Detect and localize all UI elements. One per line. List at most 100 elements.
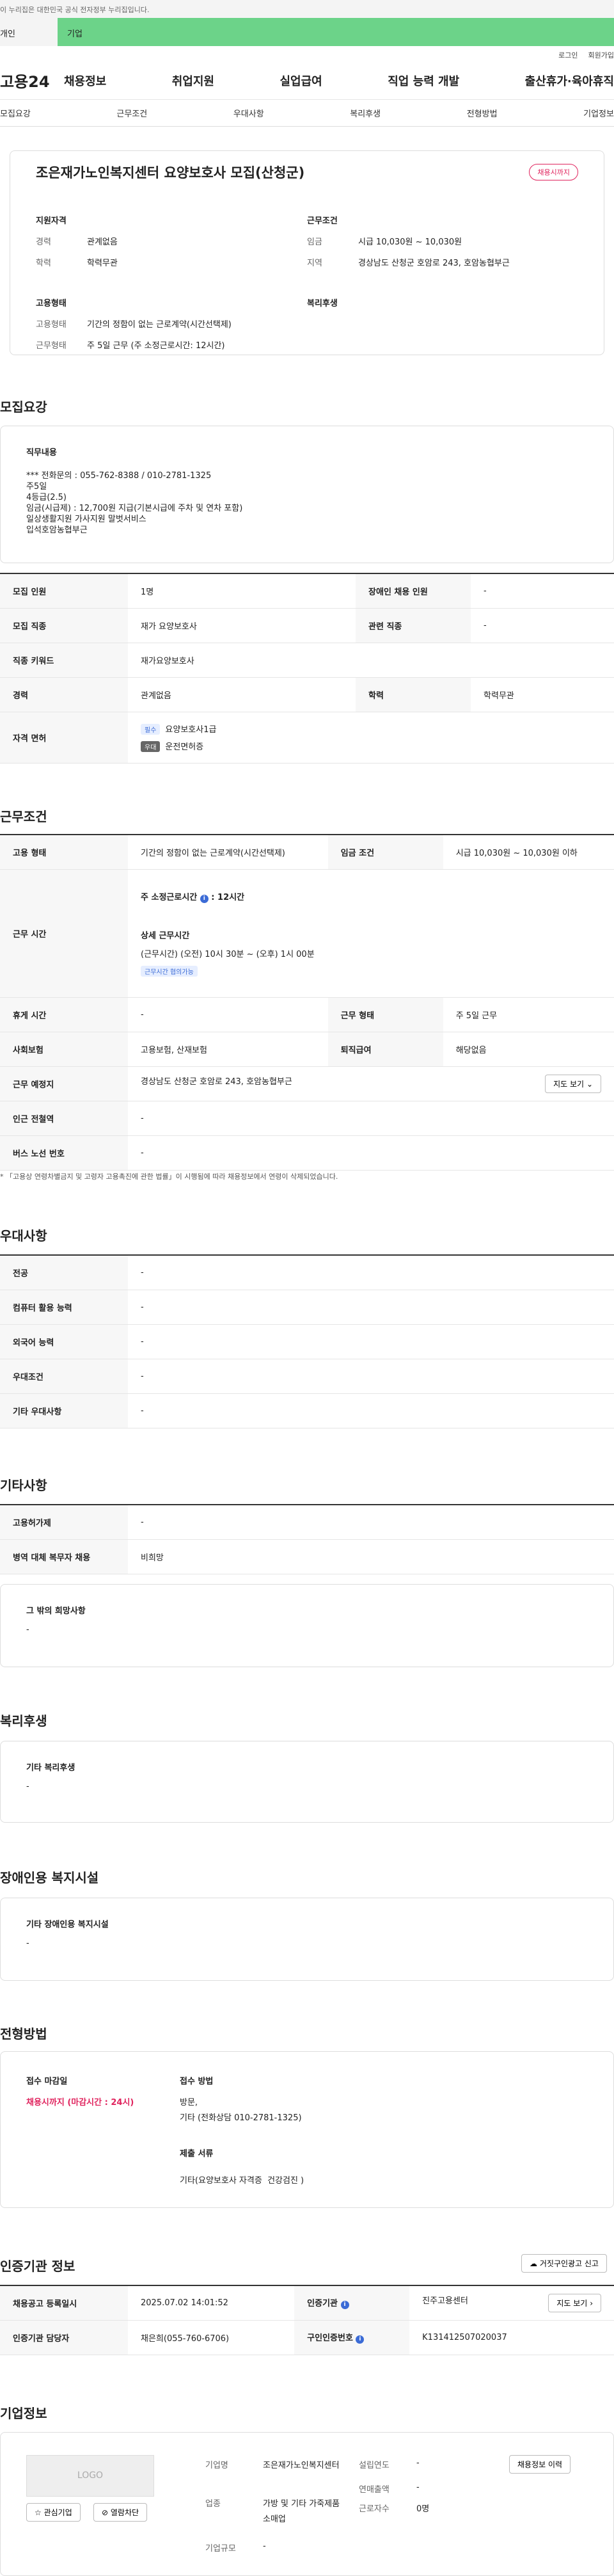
category-personal[interactable]: 개인 [0, 18, 58, 46]
block-label: 열람차단 [110, 2508, 139, 2517]
gnb-item-parental-leave[interactable]: 출산휴가·육아휴직 [525, 72, 614, 89]
row-value: - [128, 1324, 614, 1359]
row-value: - [128, 1359, 614, 1394]
row-value: 채은희(055-760-6706) [128, 2320, 295, 2355]
disabled-sub-title: 기타 장애인용 복지시설 [26, 1920, 109, 1930]
table-row: 채용공고 등록일시 2025.07.02 14:01:52 인증기관 i 진주고용센터… [0, 2285, 614, 2321]
tab-preferences[interactable]: 우대사항 [233, 107, 264, 119]
table-row: 근무 예정지 경상남도 산청군 호암로 243, 호암농협부근 지도 보기 ⌄ [0, 1066, 614, 1101]
favorite-label: 관심기업 [43, 2508, 72, 2517]
cond-value: 경상남도 산청군 호암로 243, 호암농협부근 [358, 259, 510, 268]
report-button[interactable]: ☁ 거짓구인광고 신고 [521, 2254, 607, 2273]
row-label: 관련 직종 [356, 608, 471, 643]
cond-value: 시급 10,030원 ~ 10,030원 [358, 237, 462, 247]
hours-detail-title: 상세 근무시간 [141, 931, 190, 941]
row-value: - [471, 608, 614, 643]
tab-company[interactable]: 기업정보 [583, 107, 614, 119]
tab-welfare[interactable]: 복리후생 [350, 107, 381, 119]
row-label: 자격 면허 [0, 712, 128, 764]
work-table: 고용 형태 기간의 정함이 없는 근로계약(시간선택제) 임금 조건 시급 10,03… [0, 834, 614, 1171]
info-icon[interactable]: i [356, 2335, 365, 2344]
form-value: 주 5일 근무 (주 소정근로시간: 12시간) [87, 341, 225, 351]
size-label: 기업규모 [205, 2544, 236, 2554]
org-map-button[interactable]: 지도 보기 › [548, 2293, 601, 2312]
row-label: 버스 노선 번호 [0, 1135, 128, 1171]
row-label: 임금 조건 [327, 835, 443, 870]
org-label-cell: 인증기관 i [294, 2285, 410, 2321]
gnb-item-unemployment[interactable]: 실업급여 [280, 72, 322, 89]
table-row: 기타 우대사항 - [0, 1393, 614, 1428]
login-link[interactable]: 로그인 [558, 51, 578, 60]
join-link[interactable]: 회원가입 [588, 51, 614, 60]
gnb-item-employment-support[interactable]: 취업지원 [172, 72, 214, 89]
block-button[interactable]: ⊘ 열람차단 [93, 2503, 148, 2522]
tab-work-conditions[interactable]: 근무조건 [116, 107, 147, 119]
form-value: 기간의 정함이 없는 근로계약(시간선택제) [87, 320, 232, 330]
table-row: 직종 키워드 재가요양보호사 [0, 643, 614, 678]
row-label: 직종 키워드 [0, 643, 128, 678]
qual-value: 학력무관 [87, 259, 118, 268]
site-logo[interactable]: 고용24 [0, 69, 64, 92]
pref-section-title: 우대사항 [0, 1228, 47, 1244]
process-card: 접수 마감일 채용시까지 (마감시간 : 24시) 접수 방법 방문, 기타 (… [0, 2051, 614, 2208]
gnb-item-jobs[interactable]: 채용정보 [64, 72, 106, 89]
row-label: 병역 대체 복무자 채용 [0, 1539, 128, 1574]
place-cell: 경상남도 산청군 호암로 243, 호암농협부근 지도 보기 ⌄ [128, 1066, 614, 1101]
disabled-value: - [26, 1939, 29, 1948]
work-section-title: 근무조건 [0, 809, 47, 824]
star-icon: ☆ [35, 2508, 42, 2517]
info-icon[interactable]: i [340, 2301, 349, 2310]
table-row: 모집 인원 1명 장애인 채용 인원 - [0, 573, 614, 609]
row-label: 전공 [0, 1255, 128, 1290]
deadline-badge: 채용시까지 [529, 164, 578, 180]
favorite-button[interactable]: ☆ 관심기업 [26, 2503, 81, 2522]
age-note: * 「고용상 연령차별금지 및 고령자 고용촉진에 관한 법률」이 시행됨에 따… [0, 1172, 338, 1181]
gov-notice-bar: 이 누리집은 대한민국 공식 전자정부 누리집입니다. [0, 0, 614, 18]
block-icon: ⊘ [102, 2508, 109, 2517]
info-icon[interactable]: i [200, 894, 209, 903]
employment-form-block: 고용형태 고용형태 기간의 정함이 없는 근로계약(시간선택제) 근무형태 주 5일… [36, 296, 307, 360]
company-section-title: 기업정보 [0, 2406, 47, 2421]
row-value: 학력무관 [471, 677, 614, 712]
report-button-label: 거짓구인광고 신고 [539, 2259, 599, 2268]
tab-recruit[interactable]: 모집요강 [0, 107, 31, 119]
section-tabs: 모집요강 근무조건 우대사항 복리후생 전형방법 기업정보 [0, 100, 614, 127]
row-label: 사회보험 [0, 1032, 128, 1067]
sales-value: - [416, 2483, 420, 2492]
tab-process[interactable]: 전형방법 [467, 107, 498, 119]
preferred-tag: 우대 [141, 741, 161, 752]
row-value: 재가요양보호사 [128, 643, 614, 678]
row-label: 학력 [356, 677, 471, 712]
deadline-title: 접수 마감일 [26, 2077, 68, 2086]
company-card: LOGO ☆ 관심기업 ⊘ 열람차단 기업명 조은재가노인복지센터 설립연도 -… [0, 2432, 614, 2576]
row-label: 기타 우대사항 [0, 1393, 128, 1428]
row-label: 채용공고 등록일시 [0, 2285, 128, 2321]
pref-table: 전공 - 컴퓨터 활용 능력 - 외국어 능력 - 우대조건 - 기타 우대사항 - [0, 1254, 614, 1428]
table-row: 우대조건 - [0, 1359, 614, 1394]
row-label: 컴퓨터 활용 능력 [0, 1290, 128, 1325]
category-company[interactable]: 기업 [58, 18, 614, 46]
table-row: 전공 - [0, 1255, 614, 1290]
hiring-history-button[interactable]: 채용정보 이력 [509, 2455, 571, 2474]
row-label: 인증기관 [307, 2299, 338, 2309]
employees-value: 0명 [416, 2504, 430, 2514]
row-label: 고용허가제 [0, 1505, 128, 1540]
gnb-menu: 채용정보 취업지원 실업급여 직업 능력 개발 출산휴가·육아휴직 [64, 72, 614, 89]
company-name-label: 기업명 [205, 2461, 228, 2470]
table-row: 자격 면허 필수 요양보호사1급 우대 운전면허증 [0, 712, 614, 764]
chevron-right-icon: › [590, 2298, 593, 2308]
row-value: 경상남도 산청군 호암로 243, 호암농협부근 [141, 1076, 292, 1087]
recruit-table: 모집 인원 1명 장애인 채용 인원 - 모집 직종 재가 요양보호사 관련 직종 - 직종… [0, 573, 614, 764]
row-value: - [128, 1505, 614, 1540]
weekly-hours-value: 12시간 [217, 892, 245, 902]
row-label: 인증기관 담당자 [0, 2320, 128, 2355]
hours-detail: (근무시간) (오전) 10시 30분 ~ (오후) 1시 00분 [141, 949, 315, 959]
utility-menu: 로그인 회원가입 [0, 46, 614, 61]
cond-label: 지역 [307, 259, 322, 268]
process-section-title: 전형방법 [0, 2026, 47, 2042]
qual-label: 경력 [36, 237, 51, 247]
table-row: 병역 대체 복무자 채용 비희망 [0, 1539, 614, 1574]
table-row: 경력 관계없음 학력 학력무관 [0, 677, 614, 712]
map-button[interactable]: 지도 보기 ⌄ [545, 1074, 601, 1093]
gnb-item-training[interactable]: 직업 능력 개발 [388, 72, 459, 89]
